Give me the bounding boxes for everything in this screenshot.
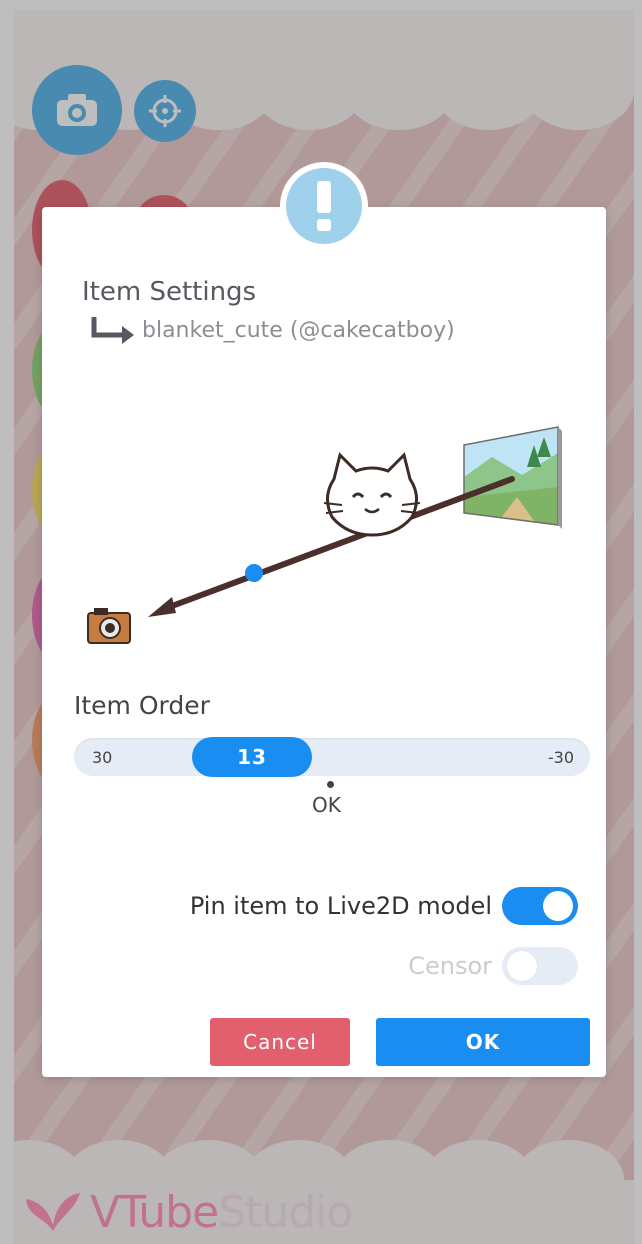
ok-marker-label: OK xyxy=(312,793,341,817)
censor-label: Censor xyxy=(408,952,492,980)
toggle-knob xyxy=(507,951,537,981)
slider-min-label: 30 xyxy=(92,748,113,767)
butterfly-icon xyxy=(26,1193,80,1231)
censor-toggle[interactable] xyxy=(502,947,578,985)
slider-max-label: -30 xyxy=(547,748,574,767)
cat-icon xyxy=(323,452,421,537)
censor-row: Censor xyxy=(408,947,578,985)
pin-to-model-label: Pin item to Live2D model xyxy=(189,892,492,920)
item-order-illustration xyxy=(87,426,562,644)
pin-to-model-toggle[interactable] xyxy=(502,887,578,925)
item-settings-dialog: Item Settings blanket_cute (@cakecatboy) xyxy=(42,207,606,1077)
toggle-knob xyxy=(543,891,573,921)
pin-to-model-row: Pin item to Live2D model xyxy=(190,887,578,925)
item-order-slider[interactable]: 30 -30 13 xyxy=(74,737,590,777)
small-camera-icon xyxy=(87,608,131,644)
ok-marker-dot xyxy=(327,781,334,788)
item-name-row: blanket_cute (@cakecatboy) xyxy=(90,315,455,345)
ok-button[interactable]: OK xyxy=(376,1018,590,1066)
screen: VTubeStudio Item Settings blanket_cute (… xyxy=(0,0,642,1244)
vtube-studio-logo: VTubeStudio xyxy=(24,1182,353,1242)
item-order-label: Item Order xyxy=(74,691,210,720)
item-name: blanket_cute (@cakecatboy) xyxy=(142,317,455,343)
logo-text: VTubeStudio xyxy=(90,1186,353,1238)
alert-icon xyxy=(317,181,331,231)
dialog-title: Item Settings xyxy=(82,277,257,307)
return-arrow-icon xyxy=(91,317,134,344)
cancel-button[interactable]: Cancel xyxy=(210,1018,350,1066)
order-position-marker xyxy=(245,564,263,582)
alert-badge xyxy=(280,162,368,250)
slider-thumb[interactable]: 13 xyxy=(192,737,312,777)
